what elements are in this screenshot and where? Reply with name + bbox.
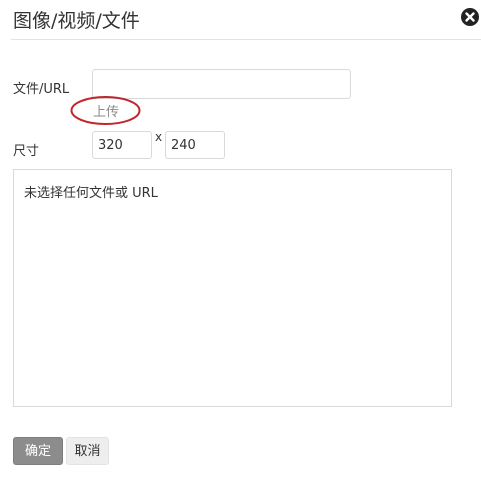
ok-button[interactable]: 确定 bbox=[13, 437, 63, 465]
size-label: 尺寸 bbox=[13, 144, 40, 159]
url-label: 文件/URL bbox=[13, 82, 70, 97]
cancel-button[interactable]: 取消 bbox=[66, 437, 109, 465]
close-icon[interactable] bbox=[461, 8, 479, 26]
media-dialog: 图像/视频/文件 文件/URL 上传 尺寸 x 未选择任何文件或 URL 确定 … bbox=[0, 0, 481, 480]
dialog-title: 图像/视频/文件 bbox=[13, 10, 140, 32]
upload-link[interactable]: 上传 bbox=[93, 101, 119, 120]
height-input[interactable] bbox=[165, 131, 225, 159]
preview-area: 未选择任何文件或 URL bbox=[13, 169, 452, 407]
preview-message: 未选择任何文件或 URL bbox=[24, 186, 158, 201]
times-sign: x bbox=[155, 130, 163, 144]
header-divider bbox=[11, 39, 481, 40]
url-input[interactable] bbox=[92, 69, 351, 99]
width-input[interactable] bbox=[92, 131, 152, 159]
